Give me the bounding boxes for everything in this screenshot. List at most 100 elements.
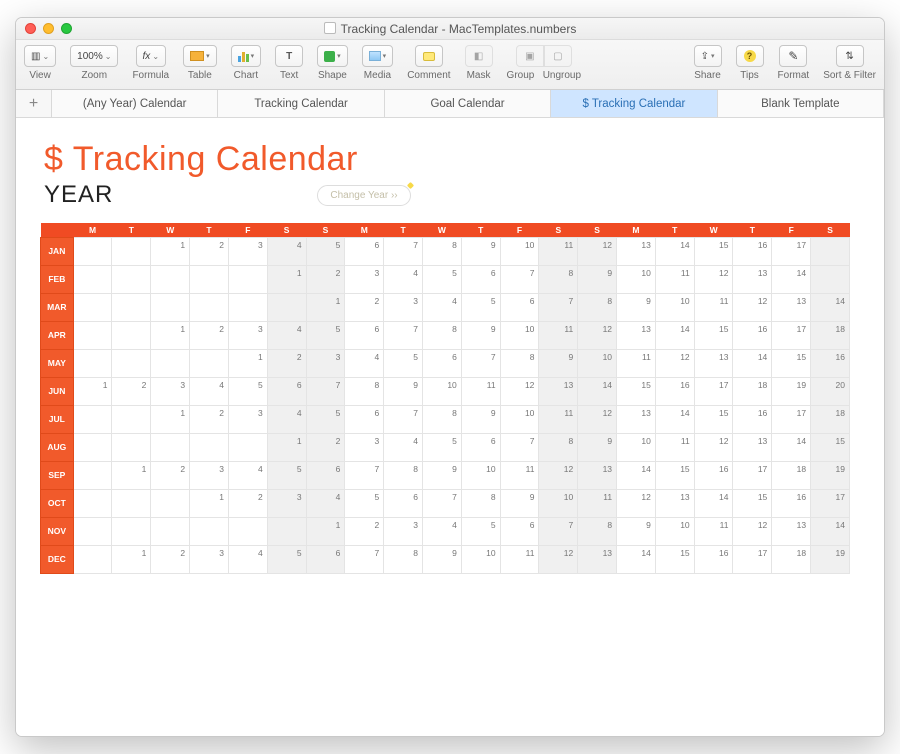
calendar-cell[interactable]: 17 [694, 377, 733, 405]
calendar-cell[interactable] [190, 349, 229, 377]
calendar-cell[interactable] [151, 349, 190, 377]
calendar-cell[interactable]: 18 [811, 405, 850, 433]
calendar-cell[interactable]: 1 [190, 489, 229, 517]
calendar-cell[interactable]: 15 [694, 237, 733, 265]
calendar-cell[interactable]: 2 [345, 517, 384, 545]
calendar-cell[interactable]: 9 [384, 377, 423, 405]
calendar-cell[interactable]: 15 [694, 321, 733, 349]
calendar-cell[interactable]: 16 [694, 545, 733, 573]
calendar-cell[interactable]: 7 [345, 461, 384, 489]
calendar-cell[interactable]: 14 [655, 237, 694, 265]
calendar-cell[interactable]: 2 [190, 237, 229, 265]
calendar-cell[interactable]: 13 [617, 237, 656, 265]
calendar-cell[interactable]: 9 [461, 237, 500, 265]
calendar-cell[interactable]: 12 [694, 265, 733, 293]
calendar-cell[interactable]: 8 [422, 321, 461, 349]
calendar-cell[interactable]: 14 [655, 405, 694, 433]
calendar-cell[interactable]: 18 [772, 545, 811, 573]
calendar-cell[interactable]: 12 [539, 545, 578, 573]
add-sheet-button[interactable]: + [16, 90, 52, 117]
calendar-cell[interactable]: 6 [461, 433, 500, 461]
calendar-cell[interactable]: 10 [655, 293, 694, 321]
calendar-cell[interactable]: 3 [228, 321, 267, 349]
calendar-cell[interactable]: 12 [578, 237, 617, 265]
formula-button[interactable]: fx ⌄ [136, 45, 166, 67]
calendar-cell[interactable]: 4 [267, 405, 306, 433]
calendar-cell[interactable]: 12 [578, 321, 617, 349]
calendar-cell[interactable]: 7 [500, 265, 539, 293]
calendar-cell[interactable]: 11 [655, 265, 694, 293]
tips-button[interactable]: ? [736, 45, 764, 67]
calendar-cell[interactable]: 14 [733, 349, 772, 377]
media-button[interactable]: ▾ [362, 45, 394, 67]
calendar-cell[interactable]: 1 [228, 349, 267, 377]
calendar-cell[interactable]: 13 [772, 293, 811, 321]
calendar-cell[interactable] [228, 265, 267, 293]
sort-filter-button[interactable]: ⇅ [836, 45, 864, 67]
calendar-cell[interactable]: 17 [733, 545, 772, 573]
calendar-cell[interactable]: 3 [384, 517, 423, 545]
calendar-cell[interactable]: 12 [655, 349, 694, 377]
calendar-cell[interactable]: 18 [772, 461, 811, 489]
calendar-cell[interactable]: 8 [539, 433, 578, 461]
calendar-cell[interactable]: 9 [422, 461, 461, 489]
calendar-cell[interactable]: 9 [578, 433, 617, 461]
calendar-cell[interactable]: 3 [345, 265, 384, 293]
calendar-cell[interactable]: 10 [617, 433, 656, 461]
calendar-cell[interactable]: 5 [461, 293, 500, 321]
calendar-cell[interactable]: 4 [267, 237, 306, 265]
calendar-cell[interactable]: 9 [617, 517, 656, 545]
calendar-cell[interactable]: 14 [811, 517, 850, 545]
tab-dollar-tracking[interactable]: $ Tracking Calendar [551, 90, 717, 117]
calendar-cell[interactable]: 11 [539, 405, 578, 433]
calendar-cell[interactable]: 18 [811, 321, 850, 349]
calendar-cell[interactable]: 12 [500, 377, 539, 405]
calendar-cell[interactable]: 7 [539, 517, 578, 545]
calendar-cell[interactable]: 6 [500, 293, 539, 321]
calendar-cell[interactable]: 3 [345, 433, 384, 461]
calendar-cell[interactable]: 11 [539, 237, 578, 265]
calendar-cell[interactable] [112, 265, 151, 293]
calendar-cell[interactable]: 4 [190, 377, 229, 405]
calendar-cell[interactable]: 10 [461, 461, 500, 489]
calendar-cell[interactable]: 6 [267, 377, 306, 405]
calendar-cell[interactable]: 15 [733, 489, 772, 517]
calendar-table[interactable]: MTWTFSSMTWTFSSMTWTFS JAN1234567891011121… [40, 223, 850, 574]
calendar-cell[interactable]: 1 [267, 265, 306, 293]
format-button[interactable]: ✎ [779, 45, 807, 67]
calendar-cell[interactable]: 17 [772, 321, 811, 349]
calendar-cell[interactable]: 18 [733, 377, 772, 405]
calendar-cell[interactable]: 4 [384, 433, 423, 461]
calendar-cell[interactable]: 12 [578, 405, 617, 433]
calendar-cell[interactable]: 6 [422, 349, 461, 377]
calendar-cell[interactable]: 16 [733, 405, 772, 433]
calendar-cell[interactable]: 14 [617, 461, 656, 489]
calendar-cell[interactable] [73, 237, 112, 265]
calendar-cell[interactable] [267, 293, 306, 321]
calendar-cell[interactable]: 1 [151, 237, 190, 265]
calendar-cell[interactable]: 13 [578, 545, 617, 573]
calendar-cell[interactable]: 2 [306, 265, 345, 293]
calendar-cell[interactable] [112, 293, 151, 321]
calendar-cell[interactable] [811, 265, 850, 293]
calendar-cell[interactable]: 8 [539, 265, 578, 293]
calendar-cell[interactable]: 2 [267, 349, 306, 377]
calendar-cell[interactable]: 8 [422, 237, 461, 265]
calendar-cell[interactable]: 11 [461, 377, 500, 405]
calendar-cell[interactable]: 14 [617, 545, 656, 573]
calendar-cell[interactable]: 4 [267, 321, 306, 349]
calendar-cell[interactable]: 1 [151, 321, 190, 349]
calendar-cell[interactable] [112, 237, 151, 265]
calendar-cell[interactable]: 1 [306, 293, 345, 321]
calendar-cell[interactable]: 8 [578, 517, 617, 545]
calendar-cell[interactable]: 11 [578, 489, 617, 517]
calendar-cell[interactable]: 7 [539, 293, 578, 321]
calendar-cell[interactable]: 2 [151, 545, 190, 573]
view-button[interactable]: ▥⌄ [24, 45, 56, 67]
calendar-cell[interactable] [151, 489, 190, 517]
calendar-cell[interactable]: 16 [733, 237, 772, 265]
calendar-cell[interactable]: 16 [772, 489, 811, 517]
calendar-cell[interactable]: 5 [267, 461, 306, 489]
calendar-cell[interactable]: 10 [617, 265, 656, 293]
calendar-cell[interactable]: 13 [733, 433, 772, 461]
